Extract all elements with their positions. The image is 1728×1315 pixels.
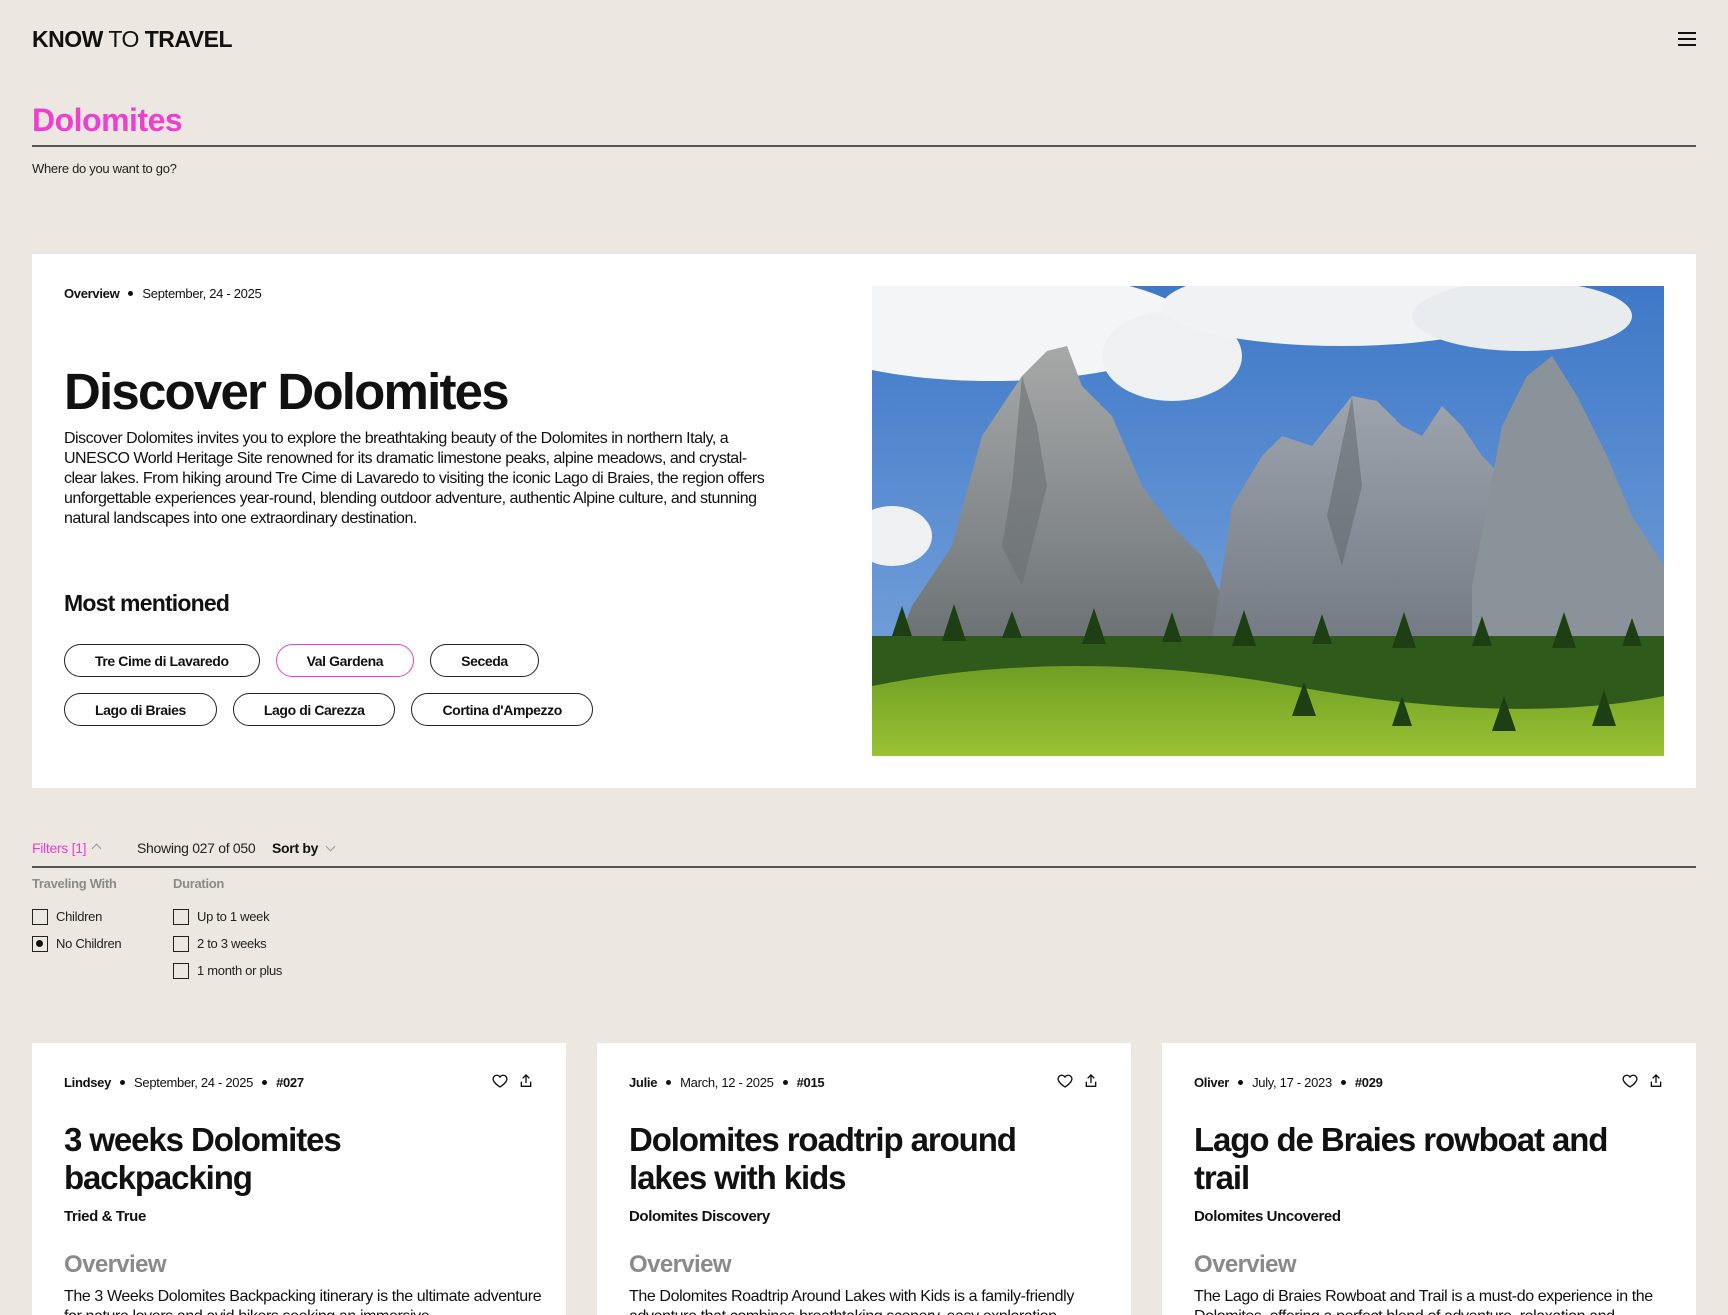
- most-mentioned-title: Most mentioned: [64, 590, 230, 616]
- card-date: March, 12 - 2025: [680, 1075, 774, 1090]
- checkbox[interactable]: [173, 908, 189, 925]
- card-overview-label: Overview: [629, 1251, 732, 1278]
- itinerary-card[interactable]: Oliver July, 17 - 2023 #029 Lago de Braies…: [1162, 1043, 1696, 1315]
- sort-by-dropdown[interactable]: Sort by: [272, 840, 336, 856]
- site-logo[interactable]: KNOW TO TRAVEL: [32, 24, 1696, 54]
- card-subtitle: Tried & True: [64, 1208, 146, 1225]
- separator-dot: [262, 1080, 268, 1086]
- card-text: The 3 Weeks Dolomites Backpacking itiner…: [64, 1288, 542, 1315]
- hamburger-menu-icon[interactable]: [1678, 32, 1696, 46]
- option-children[interactable]: Children: [32, 903, 121, 930]
- chip-tre-cime-di-lavaredo[interactable]: Tre Cime di Lavaredo: [64, 644, 260, 677]
- results-count: Showing 027 of 050: [137, 840, 256, 856]
- hero-date: September, 24 - 2025: [142, 286, 262, 301]
- destination-search: Where do you want to go?: [32, 100, 1696, 176]
- card-actions: [1622, 1073, 1664, 1089]
- heart-icon[interactable]: [492, 1073, 508, 1089]
- filter-group-title: Traveling With: [32, 876, 117, 891]
- filter-traveling-with: Traveling With Children No Children: [32, 876, 122, 957]
- card-author: Julie: [629, 1075, 658, 1090]
- chevron-down-icon: [325, 841, 336, 852]
- option-no-children[interactable]: No Children: [32, 930, 122, 957]
- hero-description: Discover Dolomites invites you to explor…: [64, 430, 765, 527]
- filters-label: Filters [1]: [32, 840, 87, 856]
- option-up-to-1-week[interactable]: Up to 1 week: [173, 903, 282, 930]
- separator-dot: [1238, 1080, 1244, 1086]
- card-overview-label: Overview: [64, 1251, 167, 1278]
- results-toolbar: Filters [1] Showing 027 of 050 Sort by: [32, 838, 1696, 868]
- dolomites-landscape-image: [872, 286, 1664, 756]
- chip-val-gardena[interactable]: Val Gardena: [275, 644, 415, 677]
- chip-lago-di-braies[interactable]: Lago di Braies: [64, 693, 217, 726]
- option-label: 1 month or plus: [197, 963, 283, 978]
- card-title[interactable]: 3 weeks Dolomites backpacking: [64, 1121, 514, 1197]
- chevron-up-icon: [91, 843, 102, 854]
- hero-meta: Overview September, 24 - 2025: [64, 286, 262, 301]
- card-meta: Lindsey September, 24 - 2025 #027: [64, 1075, 304, 1090]
- card-number: #015: [796, 1075, 825, 1090]
- hero-title: Discover Dolomites: [64, 363, 510, 420]
- option-label: No Children: [56, 936, 122, 951]
- chip-cortina-dampezzo[interactable]: Cortina d'Ampezzo: [411, 693, 593, 726]
- separator-dot: [120, 1080, 126, 1086]
- card-subtitle: Dolomites Discovery: [629, 1208, 770, 1225]
- sort-by-label: Sort by: [272, 840, 319, 856]
- share-icon[interactable]: [1083, 1073, 1099, 1089]
- card-number: #027: [276, 1075, 304, 1090]
- card-meta: Oliver July, 17 - 2023 #029: [1194, 1075, 1383, 1090]
- most-mentioned-chips: Tre Cime di Lavaredo Val Gardena Seceda …: [64, 644, 624, 726]
- share-icon[interactable]: [518, 1073, 534, 1089]
- option-2-to-3-weeks[interactable]: 2 to 3 weeks: [173, 930, 282, 957]
- option-label: Children: [56, 909, 103, 924]
- destination-overview-card: Overview September, 24 - 2025 Discover Do…: [32, 254, 1696, 788]
- search-hint: Where do you want to go?: [32, 161, 177, 176]
- top-bar: KNOW TO TRAVEL: [32, 24, 1696, 54]
- heart-icon[interactable]: [1057, 1073, 1073, 1089]
- card-title[interactable]: Dolomites roadtrip around lakes with kid…: [629, 1121, 1079, 1197]
- card-date: July, 17 - 2023: [1252, 1075, 1332, 1090]
- checkbox[interactable]: [32, 908, 48, 925]
- logo-to: TO: [108, 26, 139, 52]
- card-number: #029: [1354, 1075, 1383, 1090]
- card-author: Lindsey: [64, 1075, 112, 1090]
- chip-lago-di-carezza[interactable]: Lago di Carezza: [232, 693, 396, 726]
- option-label: Up to 1 week: [197, 909, 270, 924]
- filters-toggle[interactable]: Filters [1]: [32, 840, 102, 856]
- destination-search-input[interactable]: [32, 100, 1696, 147]
- itinerary-card[interactable]: Julie March, 12 - 2025 #015 Dolomites road…: [597, 1043, 1131, 1315]
- checkbox[interactable]: [173, 935, 189, 952]
- separator-dot: [128, 291, 134, 297]
- checkbox[interactable]: [173, 962, 189, 979]
- card-text: The Dolomites Roadtrip Around Lakes with…: [629, 1288, 1074, 1315]
- checkbox-checked[interactable]: [32, 935, 48, 952]
- card-overview-label: Overview: [1194, 1251, 1297, 1278]
- option-1-month-or-plus[interactable]: 1 month or plus: [173, 957, 282, 984]
- share-icon[interactable]: [1648, 1073, 1664, 1089]
- logo-know: KNOW: [32, 26, 103, 52]
- option-label: 2 to 3 weeks: [197, 936, 267, 951]
- itinerary-card[interactable]: Lindsey September, 24 - 2025 #027 3 weeks …: [32, 1043, 566, 1315]
- chip-seceda[interactable]: Seceda: [430, 644, 539, 677]
- card-subtitle: Dolomites Uncovered: [1194, 1208, 1341, 1225]
- card-author: Oliver: [1194, 1075, 1230, 1090]
- separator-dot: [666, 1080, 672, 1086]
- card-meta: Julie March, 12 - 2025 #015: [629, 1075, 825, 1090]
- heart-icon[interactable]: [1622, 1073, 1638, 1089]
- card-title[interactable]: Lago de Braies rowboat and trail: [1194, 1121, 1644, 1197]
- card-date: September, 24 - 2025: [134, 1075, 254, 1090]
- filter-duration: Duration Up to 1 week 2 to 3 weeks 1 mon…: [173, 876, 282, 984]
- filter-group-title: Duration: [173, 876, 225, 891]
- card-text: The Lago di Braies Rowboat and Trail is …: [1194, 1288, 1653, 1315]
- separator-dot: [1340, 1080, 1346, 1086]
- hero-kind: Overview: [64, 286, 120, 301]
- card-actions: [492, 1073, 534, 1089]
- separator-dot: [782, 1080, 788, 1086]
- card-actions: [1057, 1073, 1099, 1089]
- logo-travel: TRAVEL: [144, 26, 233, 52]
